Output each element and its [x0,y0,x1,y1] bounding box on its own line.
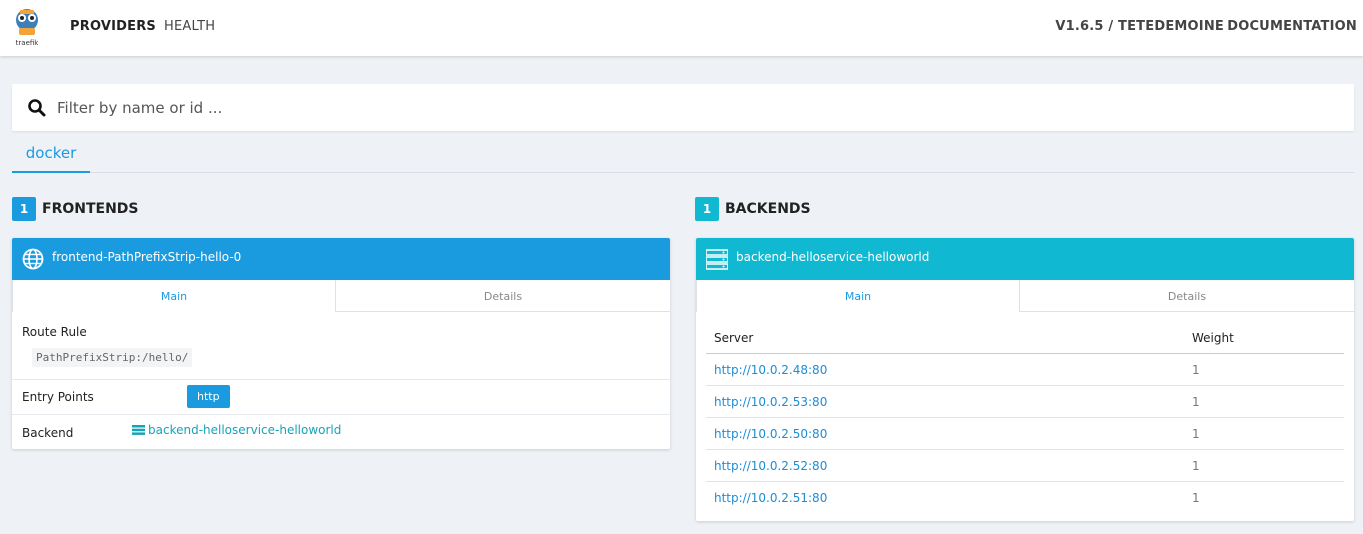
server-icon [706,249,728,270]
server-url-link[interactable]: http://10.0.2.52:80 [714,459,827,473]
backend-tab-details[interactable]: Details [1020,280,1354,312]
nav-version[interactable]: V1.6.5 / TETEDEMOINE [1055,19,1224,34]
frontend-card-header: frontend-PathPrefixStrip-hello-0 [12,238,670,280]
svg-text:traefik: traefik [16,39,40,47]
nav-providers[interactable]: PROVIDERS [70,19,156,34]
server-url-link[interactable]: http://10.0.2.51:80 [714,491,827,505]
table-row: http://10.0.2.50:80 1 [706,418,1344,450]
frontend-tab-main[interactable]: Main [12,280,336,312]
entry-points-row: Entry Points http [12,380,670,415]
servers-table: Server Weight http://10.0.2.48:80 1 http… [706,322,1344,514]
frontend-subtabs: Main Details [12,280,670,312]
server-weight: 1 [1192,395,1200,409]
table-row: http://10.0.2.53:80 1 [706,386,1344,418]
route-rule-row: Route Rule PathPrefixStrip:/hello/ [12,312,670,380]
server-url-link[interactable]: http://10.0.2.53:80 [714,395,827,409]
table-row: http://10.0.2.48:80 1 [706,354,1344,386]
frontends-title: FRONTENDS [42,201,139,217]
server-weight: 1 [1192,363,1200,377]
server-url-link[interactable]: http://10.0.2.48:80 [714,363,827,377]
route-rule-value: PathPrefixStrip:/hello/ [32,348,193,367]
backend-tab-main[interactable]: Main [696,280,1020,312]
server-weight: 1 [1192,459,1200,473]
frontends-count-badge: 1 [12,197,36,221]
backend-subtabs: Main Details [696,280,1354,312]
frontend-tab-details[interactable]: Details [336,280,670,312]
globe-icon [22,248,44,270]
table-row: http://10.0.2.52:80 1 [706,450,1344,482]
entry-point-http-button[interactable]: http [187,385,230,408]
backends-title: BACKENDS [725,201,811,217]
backend-link-text: backend-helloservice-helloworld [148,423,342,437]
server-icon [132,425,145,435]
column-server: Server [714,331,754,345]
backends-header: 1 BACKENDS [695,197,811,221]
tab-docker[interactable]: docker [12,140,90,173]
traefik-logo[interactable]: traefik [12,6,42,48]
route-rule-label: Route Rule [22,325,87,339]
backend-card-header: backend-helloservice-helloworld [696,238,1354,280]
backends-count-badge: 1 [695,197,719,221]
backend-row: Backend backend-helloservice-helloworld [12,415,670,449]
server-weight: 1 [1192,491,1200,505]
column-weight: Weight [1192,331,1234,345]
backend-name: backend-helloservice-helloworld [736,250,930,264]
backend-card: backend-helloservice-helloworld Main Det… [696,238,1354,521]
backend-link[interactable]: backend-helloservice-helloworld [132,423,341,437]
entry-points-label: Entry Points [22,390,94,404]
backend-label: Backend [22,426,74,440]
nav-health[interactable]: HEALTH [164,19,215,34]
top-navbar: traefik PROVIDERS HEALTH V1.6.5 / TETEDE… [0,0,1363,56]
search-icon [28,99,46,117]
server-weight: 1 [1192,427,1200,441]
search-input[interactable] [57,90,1337,126]
server-url-link[interactable]: http://10.0.2.50:80 [714,427,827,441]
frontends-header: 1 FRONTENDS [12,197,139,221]
table-row: http://10.0.2.51:80 1 [706,482,1344,514]
frontend-card: frontend-PathPrefixStrip-hello-0 Main De… [12,238,670,449]
nav-documentation[interactable]: DOCUMENTATION [1227,19,1357,34]
search-bar [12,84,1354,131]
provider-tabs: docker [12,140,1354,173]
frontend-name: frontend-PathPrefixStrip-hello-0 [52,250,242,264]
servers-table-header: Server Weight [706,322,1344,354]
